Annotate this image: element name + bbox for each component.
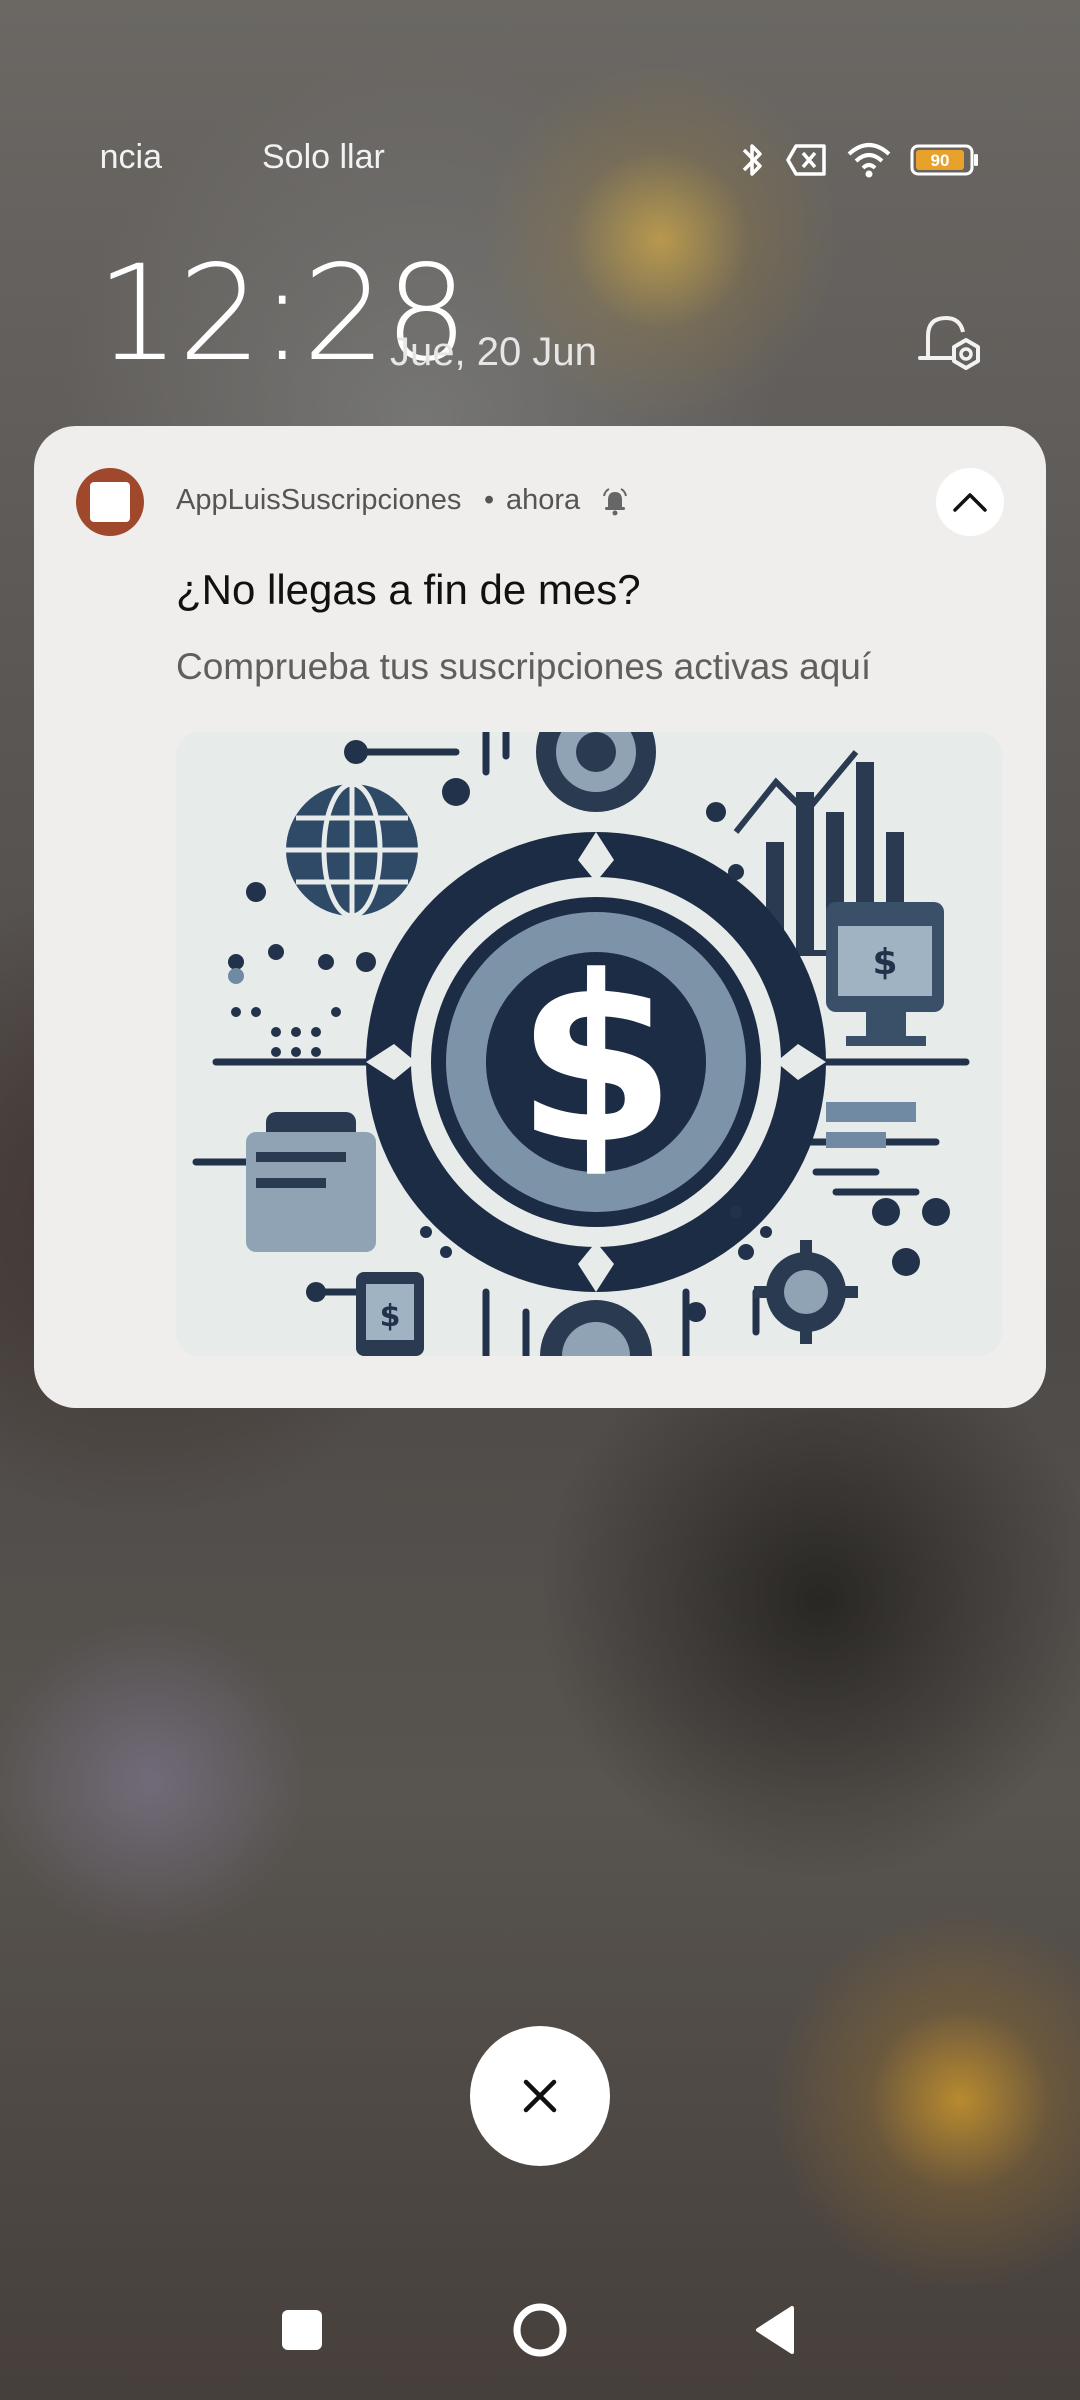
- svg-text:$: $: [516, 928, 676, 1195]
- phone-icon: $: [356, 1272, 424, 1356]
- lockscreen-date: Jue, 20 Jun: [390, 330, 597, 374]
- dismiss-all-button[interactable]: [470, 2026, 610, 2166]
- status-bar: ncia Solo llar 90: [0, 130, 1080, 190]
- svg-text:$: $: [872, 942, 897, 983]
- notification-app-name: AppLuisSuscripciones: [176, 484, 462, 516]
- battery-icon: 90: [910, 143, 980, 177]
- collapse-button[interactable]: [936, 468, 1004, 536]
- notification-body: Comprueba tus suscripciones activas aquí: [176, 646, 872, 687]
- back-triangle-icon: [756, 2306, 794, 2354]
- notification-time: ahora: [506, 484, 581, 516]
- notification-settings-icon[interactable]: [916, 310, 988, 379]
- dollar-emblem-icon: $: [366, 832, 826, 1292]
- marquee-text-left: ncia: [99, 138, 162, 176]
- wifi-icon: [846, 142, 892, 178]
- alert-bell-icon: [600, 486, 630, 521]
- home-button[interactable]: [512, 2302, 568, 2358]
- marquee-text-right: Solo llar: [262, 138, 385, 176]
- home-circle-icon: [513, 2303, 567, 2357]
- chevron-up-icon: [953, 493, 987, 512]
- navigation-bar: [0, 2290, 1080, 2380]
- globe-icon: [286, 781, 418, 919]
- status-bar-marquee: ncia Solo llar: [0, 130, 420, 190]
- bluetooth-icon: [738, 140, 768, 180]
- notification-image: $ $ $: [176, 732, 1002, 1356]
- notification-separator: •: [484, 484, 495, 516]
- notification-card[interactable]: AppLuisSuscripciones • ahora ¿No llegas …: [34, 426, 1046, 1408]
- battery-level-text: 90: [931, 151, 950, 170]
- status-icons: 90: [738, 132, 980, 188]
- notification-title: ¿No llegas a fin de mes?: [176, 566, 641, 613]
- close-icon: [523, 2079, 557, 2113]
- recents-button[interactable]: [282, 2310, 322, 2350]
- app-icon-square: [90, 482, 130, 522]
- back-button[interactable]: [754, 2304, 794, 2361]
- no-sim-icon: [786, 143, 828, 177]
- app-icon: [76, 468, 144, 536]
- svg-text:$: $: [380, 1299, 401, 1334]
- card-icon: [246, 1112, 376, 1252]
